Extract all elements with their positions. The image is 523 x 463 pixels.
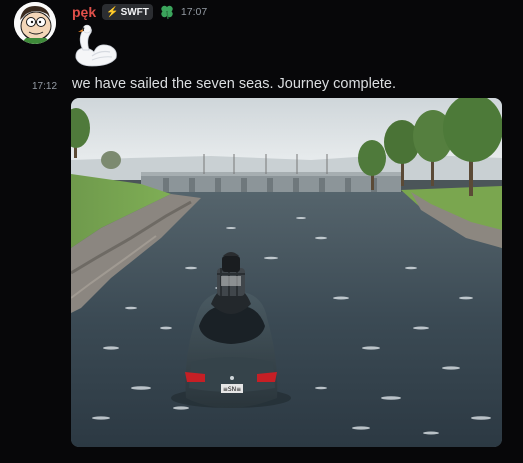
license-plate-text: ≡SN≡	[223, 386, 241, 393]
cartoon-character-avatar-icon	[14, 2, 56, 44]
lightning-bolt-icon: ⚡	[106, 6, 119, 18]
server-tag[interactable]: ⚡ SWFT	[102, 4, 153, 20]
message-timestamp[interactable]: 17:07	[181, 6, 207, 18]
image-attachment[interactable]: ≡SN≡	[71, 98, 502, 447]
swan-icon	[75, 24, 117, 67]
user-avatar[interactable]	[14, 2, 56, 44]
message-side-timestamp[interactable]: 17:12	[32, 81, 57, 92]
username[interactable]: pęk	[72, 4, 96, 20]
game-screenshot-image: ≡SN≡	[71, 98, 502, 447]
message-header: pęk ⚡ SWFT 17:07	[72, 3, 207, 21]
message-group: pęk ⚡ SWFT 17:07 17:12 we have sailed th…	[0, 0, 523, 463]
server-tag-label: SWFT	[120, 6, 149, 18]
message-text: we have sailed the seven seas. Journey c…	[72, 76, 397, 92]
swan-emoji[interactable]	[70, 22, 120, 70]
four-leaf-clover-icon[interactable]	[159, 4, 175, 20]
